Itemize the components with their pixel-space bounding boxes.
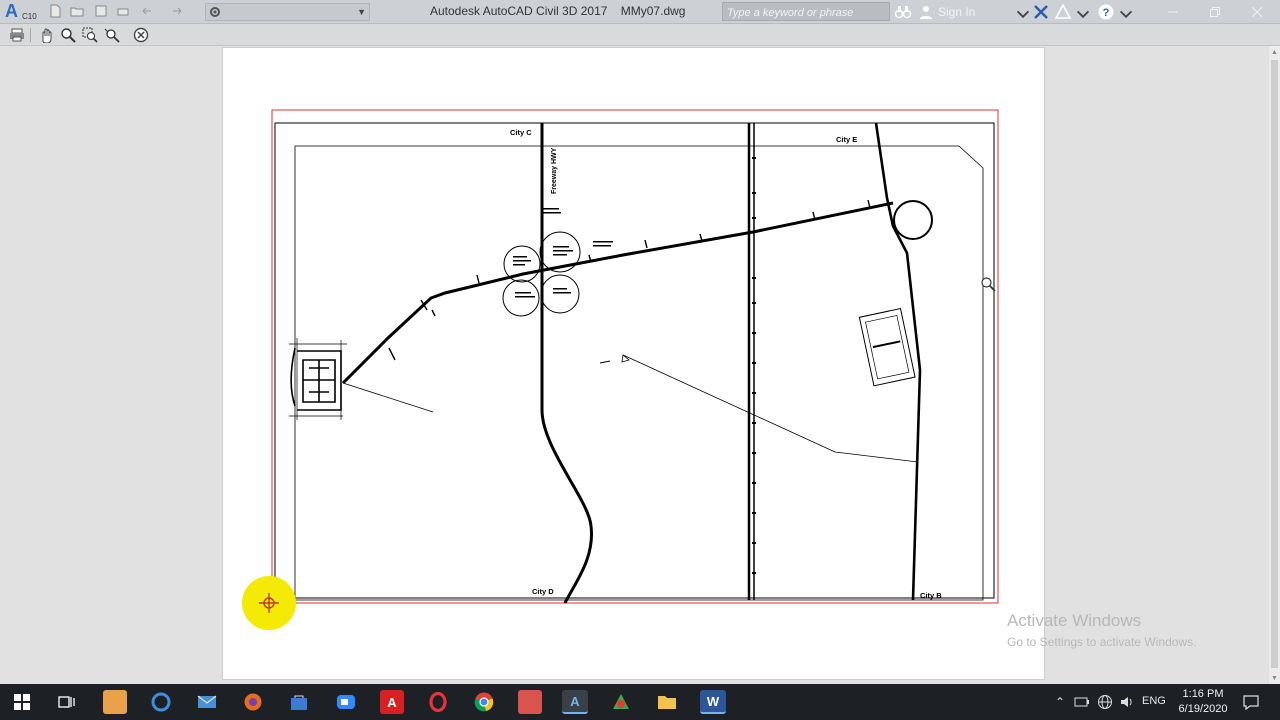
- watermark-line-2: Go to Settings to activate Windows.: [1007, 635, 1197, 649]
- cloverleaf-se: [540, 274, 580, 314]
- property-boundary: [294, 145, 984, 601]
- gear-icon: [208, 5, 222, 19]
- zoom-icon[interactable]: [60, 27, 76, 43]
- minimize-button[interactable]: [1150, 0, 1196, 24]
- roundabout-east: [893, 200, 933, 240]
- exchange-apps-icon[interactable]: [1032, 3, 1050, 21]
- preview-toolbar: [0, 24, 1280, 46]
- window-title: Autodesk AutoCAD Civil 3D 2017 MMy07.dwg: [430, 4, 686, 18]
- print-icon[interactable]: [9, 27, 25, 43]
- mail-icon[interactable]: [195, 690, 219, 714]
- pan-hand-icon[interactable]: [38, 27, 54, 44]
- close-button[interactable]: [1234, 0, 1280, 24]
- undo-icon[interactable]: [140, 4, 154, 18]
- user-icon: [918, 4, 934, 20]
- zoom-original-icon[interactable]: [104, 27, 120, 43]
- shapes-app-icon[interactable]: [609, 690, 633, 714]
- store-icon[interactable]: [287, 690, 311, 714]
- task-view-icon[interactable]: [55, 690, 79, 714]
- opera-icon[interactable]: [426, 690, 450, 714]
- help-icon[interactable]: ?: [1097, 3, 1115, 21]
- crosshair-cursor-icon: [258, 592, 280, 614]
- svg-text:?: ?: [1103, 7, 1110, 19]
- freeway-road: [540, 123, 594, 604]
- paint-app-icon[interactable]: [103, 690, 127, 714]
- search-input[interactable]: [723, 4, 889, 22]
- print-icon[interactable]: [116, 4, 130, 18]
- file-explorer-icon[interactable]: [655, 690, 679, 714]
- plot-area-border: [271, 109, 999, 604]
- system-clock[interactable]: 1:16 PM 6/19/2020: [1172, 687, 1234, 717]
- binoculars-icon[interactable]: [894, 3, 912, 21]
- site-plan-drawing: City C City E City D City B Freeway HWY: [271, 109, 999, 604]
- edge-browser-icon[interactable]: [149, 690, 173, 714]
- chevron-down-icon[interactable]: [1117, 6, 1133, 24]
- label-city-d: City D: [532, 587, 554, 596]
- word-icon[interactable]: W: [700, 690, 726, 714]
- chevron-down-icon: ▼: [357, 7, 366, 17]
- autodesk-a360-icon[interactable]: [1054, 3, 1072, 21]
- workspace-dropdown[interactable]: ▼: [205, 3, 370, 21]
- notification-icon[interactable]: [1242, 693, 1260, 711]
- save-icon[interactable]: [94, 4, 108, 18]
- application-menu-button[interactable]: A C10: [2, 1, 38, 23]
- chevron-down-icon[interactable]: [1074, 6, 1090, 24]
- leader-line-1: [342, 382, 434, 413]
- acrobat-icon[interactable]: A: [380, 690, 404, 714]
- restore-button[interactable]: [1192, 0, 1238, 24]
- sign-in-link[interactable]: Sign In: [938, 5, 975, 19]
- main-diagonal-road: [341, 201, 894, 385]
- label-city-e: City E: [836, 135, 857, 144]
- language-indicator[interactable]: ENG: [1142, 695, 1166, 707]
- chrome-icon[interactable]: [472, 690, 496, 714]
- close-preview-icon[interactable]: [133, 27, 149, 43]
- search-box[interactable]: [722, 2, 890, 22]
- redo-icon[interactable]: [170, 4, 184, 18]
- short-mark: [599, 360, 611, 364]
- open-file-icon[interactable]: [70, 4, 84, 18]
- clock-date: 6/19/2020: [1178, 703, 1228, 715]
- chevron-up-icon[interactable]: ⌃: [1052, 694, 1068, 710]
- firefox-icon[interactable]: [241, 690, 265, 714]
- autocad-logo-icon: A: [5, 1, 18, 21]
- scroll-up-icon[interactable]: ▲: [1271, 49, 1278, 56]
- scroll-down-icon[interactable]: ▼: [1271, 675, 1278, 682]
- title-bar: A C10 ▼ Autodesk AutoCAD Civil 3D 2017 M…: [0, 0, 1280, 24]
- subdivision-lots: [290, 347, 342, 411]
- label-city-c: City C: [510, 128, 532, 137]
- cloverleaf-sw: [502, 279, 540, 317]
- autocad-2015-icon[interactable]: [518, 690, 542, 714]
- zoom-window-icon[interactable]: [82, 27, 98, 43]
- vertical-scrollbar[interactable]: ▲ ▼: [1269, 46, 1280, 684]
- windows-taskbar: A A W ⌃ ENG 1:16 PM 6/19/2020: [0, 684, 1280, 720]
- zoom-cursor-icon: [980, 276, 996, 292]
- building-lot: [858, 307, 916, 387]
- network-globe-icon[interactable]: [1097, 694, 1113, 710]
- east-road: [874, 122, 922, 601]
- clock-time: 1:16 PM: [1182, 688, 1224, 700]
- label-freeway: Freeway HWY: [551, 147, 558, 194]
- watermark-line-1: Activate Windows: [1007, 611, 1142, 630]
- label-city-b: City B: [920, 591, 942, 600]
- volume-icon[interactable]: [1119, 694, 1135, 710]
- autocad-civil3d-icon[interactable]: A: [562, 690, 588, 714]
- logo-version: C10: [22, 12, 37, 21]
- zoom-meeting-icon[interactable]: [334, 690, 358, 714]
- scroll-thumb[interactable]: [1271, 60, 1278, 668]
- paper-sheet: City C City E City D City B Freeway HWY: [222, 47, 1045, 680]
- leader-line-2: [622, 354, 919, 463]
- toolbar-divider: [30, 28, 31, 42]
- chevron-down-icon[interactable]: [1014, 6, 1030, 24]
- activate-windows-watermark: Activate Windows Go to Settings to activ…: [1007, 611, 1196, 649]
- battery-icon[interactable]: [1074, 694, 1090, 710]
- windows-start-icon[interactable]: [10, 690, 34, 714]
- interchange-notes: [513, 208, 613, 298]
- new-file-icon[interactable]: [48, 4, 62, 18]
